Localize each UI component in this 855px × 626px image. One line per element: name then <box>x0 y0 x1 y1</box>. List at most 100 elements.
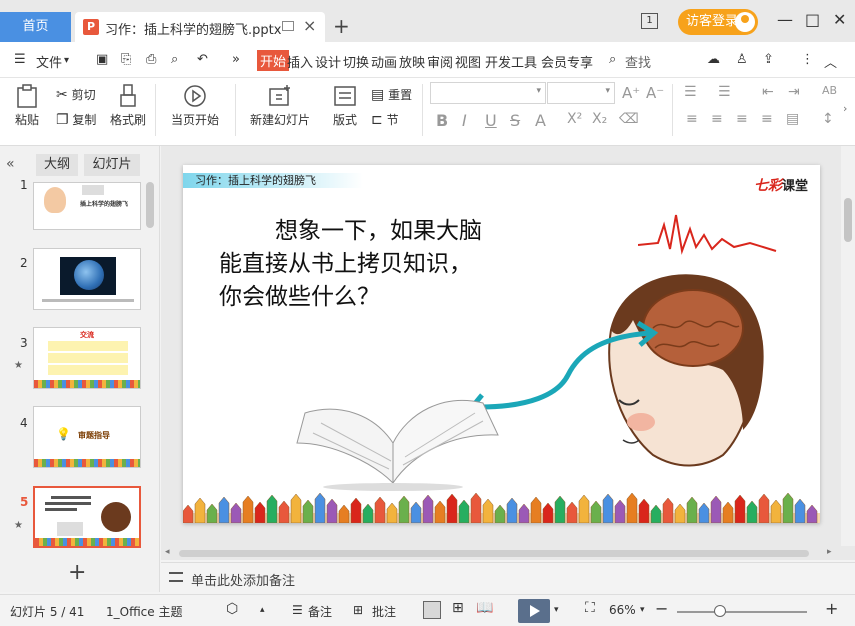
tab-home[interactable]: 首页 <box>0 12 71 42</box>
page-badge-icon[interactable]: 1 <box>641 13 658 29</box>
horizontal-scroll-thumb[interactable] <box>179 550 809 557</box>
user-icon[interactable]: ♙ <box>736 52 748 67</box>
menu-file[interactable]: 文件 <box>36 52 62 71</box>
fit-window-icon[interactable]: ⛶ <box>585 600 595 616</box>
search-label[interactable]: 查找 <box>625 52 651 71</box>
window-mode-icon[interactable] <box>282 21 294 31</box>
menu-member[interactable]: 会员专享 <box>541 52 593 71</box>
format-painter-button[interactable]: 格式刷 <box>110 84 146 128</box>
canvas-scroll-thumb[interactable] <box>844 198 852 242</box>
subscript-icon[interactable]: X₂ <box>592 111 607 127</box>
menu-view[interactable]: 视图 <box>455 52 481 71</box>
align-right-icon[interactable]: ≡ <box>736 111 748 127</box>
scroll-right-icon[interactable]: ▸ <box>827 547 832 557</box>
layout-button[interactable]: 版式 <box>327 84 363 128</box>
justify-icon[interactable]: ≡ <box>761 111 773 127</box>
cloud-sync-icon[interactable]: ☁ <box>707 52 720 67</box>
menu-review[interactable]: 审阅 <box>427 52 453 71</box>
strikethrough-icon[interactable]: S <box>510 111 520 130</box>
notes-toggle-label[interactable]: 备注 <box>308 603 332 620</box>
normal-view-icon[interactable] <box>423 601 441 619</box>
menu-slideshow[interactable]: 放映 <box>399 52 425 71</box>
font-size-select[interactable] <box>547 82 615 104</box>
chevron-down-icon[interactable]: ▾ <box>554 605 559 615</box>
shrink-font-icon[interactable]: A⁻ <box>646 84 664 102</box>
reading-view-icon[interactable]: 📖 <box>476 600 493 616</box>
more-icon[interactable]: ⋮ <box>801 52 814 67</box>
align-left-icon[interactable]: ≡ <box>686 111 698 127</box>
reset-button[interactable]: ▤ 重置 <box>371 86 412 103</box>
login-button[interactable]: 访客登录 <box>678 9 758 35</box>
decrease-indent-icon[interactable]: ⇤ <box>762 84 774 100</box>
collapse-ribbon-icon[interactable]: ︿ <box>824 52 837 71</box>
maximize-icon[interactable]: □ <box>805 10 820 29</box>
slide-panel-scrollbar[interactable] <box>146 182 154 228</box>
comment-icon[interactable]: ⊞ <box>353 603 363 617</box>
share-icon[interactable]: ⇪ <box>763 52 774 67</box>
menu-start[interactable]: 开始 <box>257 50 290 71</box>
zoom-slider[interactable] <box>677 611 807 613</box>
paste-button[interactable]: 粘贴 <box>10 84 44 128</box>
menu-developer[interactable]: 开发工具 <box>485 52 537 71</box>
slide-thumbnail-5[interactable] <box>33 486 141 548</box>
underline-icon[interactable]: U <box>485 111 497 130</box>
slide-thumbnail-3[interactable]: 交流 <box>33 327 141 389</box>
caret-up-icon[interactable]: ▴ <box>260 605 265 615</box>
menu-animation[interactable]: 动画 <box>371 52 397 71</box>
menu-insert[interactable]: 插入 <box>287 52 313 71</box>
zoom-level[interactable]: 66% <box>609 603 636 617</box>
close-window-icon[interactable]: ✕ <box>833 10 846 29</box>
play-slideshow-button[interactable] <box>518 599 550 623</box>
chevron-down-icon[interactable]: ▾ <box>64 55 69 66</box>
increase-indent-icon[interactable]: ⇥ <box>788 84 800 100</box>
italic-icon[interactable]: I <box>462 111 467 130</box>
distribute-icon[interactable]: ▤ <box>786 111 799 127</box>
save-icon[interactable]: ▣ <box>96 52 108 67</box>
close-tab-icon[interactable]: × <box>303 16 316 35</box>
menu-design[interactable]: 设计 <box>315 52 341 71</box>
grid-view-icon[interactable]: ⊞ <box>452 600 464 616</box>
minimize-icon[interactable]: — <box>777 10 793 29</box>
zoom-slider-handle[interactable] <box>714 605 726 617</box>
notes-placeholder[interactable]: 单击此处添加备注 <box>191 570 295 589</box>
zoom-in-button[interactable]: + <box>825 599 838 618</box>
undo-icon[interactable]: ↶ <box>197 52 208 67</box>
cube-icon[interactable]: ⬡ <box>226 601 238 617</box>
slide-canvas[interactable]: 习作：插上科学的翅膀飞 七彩课堂 想象一下，如果大脑 能直接从书上拷贝知识， 你… <box>183 165 820 523</box>
bullet-list-icon[interactable]: ☰ <box>684 84 697 100</box>
question-text[interactable]: 想象一下，如果大脑 能直接从书上拷贝知识， 你会做些什么？ <box>219 215 539 314</box>
canvas-vertical-scrollbar[interactable] <box>841 146 855 546</box>
slide-thumbnail-4[interactable]: 💡 审题指导 <box>33 406 141 468</box>
comment-label[interactable]: 批注 <box>372 603 396 620</box>
menu-transition[interactable]: 切换 <box>343 52 369 71</box>
font-color-icon[interactable]: A <box>535 111 546 130</box>
font-family-select[interactable] <box>430 82 546 104</box>
zoom-out-button[interactable]: − <box>655 599 668 618</box>
tab-slides[interactable]: 幻灯片 <box>84 154 140 176</box>
ribbon-scroll-right-icon[interactable]: › <box>843 102 847 115</box>
collapse-panel-icon[interactable]: « <box>6 156 15 172</box>
superscript-icon[interactable]: X² <box>567 111 582 127</box>
grow-font-icon[interactable]: A⁺ <box>622 84 640 102</box>
tab-outline[interactable]: 大纲 <box>36 154 78 176</box>
from-start-button[interactable]: 当页开始 <box>167 84 223 128</box>
copy-button[interactable]: ❐ 复制 <box>56 111 96 128</box>
chevron-down-icon[interactable]: ▾ <box>640 605 645 615</box>
theme-name[interactable]: 1_Office 主题 <box>106 603 182 620</box>
new-slide-button[interactable]: 新建幻灯片 <box>246 84 314 128</box>
preview-icon[interactable]: ⌕ <box>171 52 178 67</box>
text-direction-icon[interactable]: AB <box>822 84 837 97</box>
scroll-left-icon[interactable]: ◂ <box>165 547 170 557</box>
add-slide-button[interactable]: + <box>68 560 86 585</box>
align-center-icon[interactable]: ≡ <box>711 111 723 127</box>
print-icon[interactable]: ⎙ <box>146 52 156 67</box>
clear-format-icon[interactable]: ⌫ <box>619 111 639 127</box>
tab-document[interactable]: P 习作：插上科学的翅膀飞.pptx × <box>75 12 325 42</box>
bold-icon[interactable]: B <box>436 111 448 130</box>
notes-toggle-icon[interactable]: ☰ <box>292 603 303 617</box>
notes-pane[interactable]: 单击此处添加备注 <box>161 562 855 592</box>
numbered-list-icon[interactable]: ☰ <box>718 84 731 100</box>
more-arrows-icon[interactable]: » <box>232 52 240 67</box>
share-file-icon[interactable]: ⎘ <box>121 52 131 67</box>
slide-thumbnail-1[interactable]: 插上科学的翅膀飞 <box>33 182 141 230</box>
